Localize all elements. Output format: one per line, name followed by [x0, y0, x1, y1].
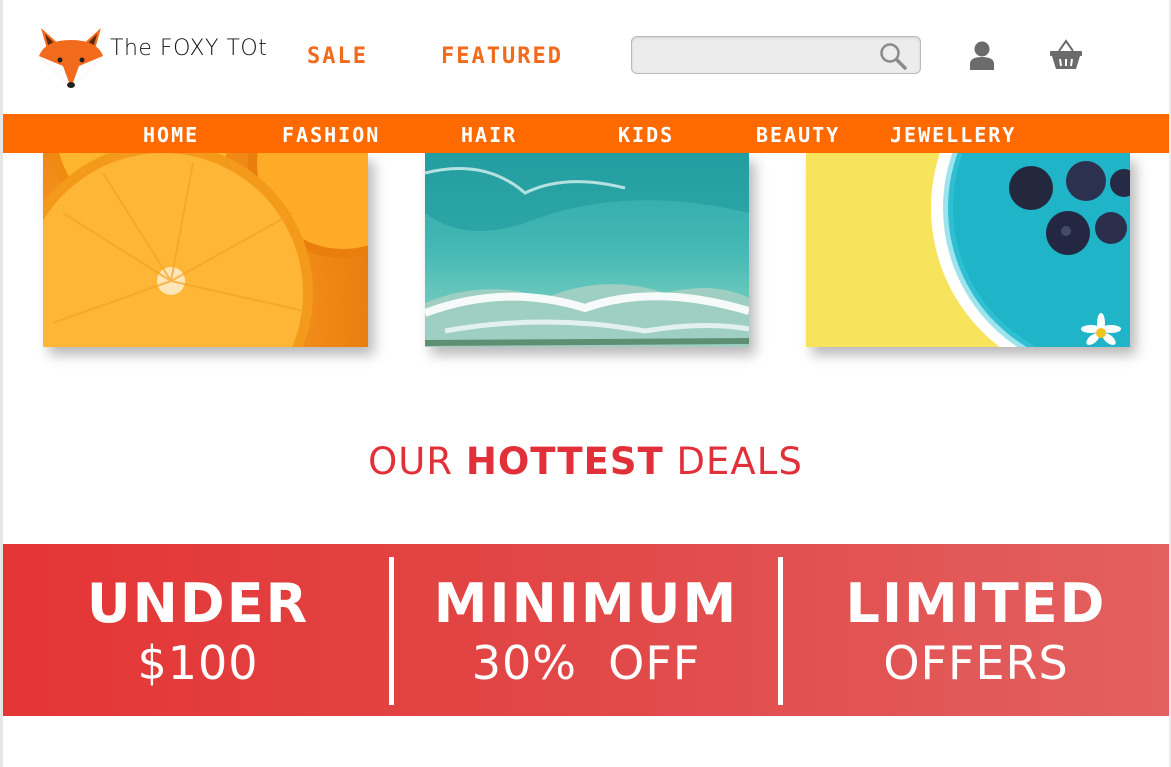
- basket-icon[interactable]: [1049, 38, 1083, 70]
- deal-title: UNDER: [86, 572, 310, 635]
- deal-limited-offers[interactable]: LIMITED OFFERS: [783, 544, 1169, 716]
- ocean-wave-image[interactable]: [425, 153, 749, 347]
- deal-subtitle: $100: [137, 636, 259, 690]
- deal-minimum-30-off[interactable]: MINIMUM 30% OFF: [394, 544, 778, 716]
- deal-subtitle: 30% OFF: [471, 636, 701, 690]
- deals-heading-suffix: DEALS: [663, 440, 803, 483]
- deal-title: MINIMUM: [433, 572, 739, 635]
- deal-title: LIMITED: [845, 572, 1107, 635]
- site-header: The FOXY TOt SALE FEATURED: [3, 0, 1169, 114]
- orange-slices-image[interactable]: [43, 153, 368, 347]
- sale-link[interactable]: SALE: [307, 44, 368, 69]
- fox-logo-icon[interactable]: [35, 22, 107, 92]
- ocean-wave-illustration: [425, 153, 749, 347]
- deal-subtitle: OFFERS: [883, 636, 1069, 690]
- nav-item-beauty[interactable]: BEAUTY: [756, 123, 840, 147]
- user-icon[interactable]: [969, 40, 995, 70]
- search-icon[interactable]: [878, 41, 908, 71]
- deals-heading: OUR HOTTEST DEALS: [0, 440, 1171, 483]
- nav-item-fashion[interactable]: FASHION: [282, 123, 380, 147]
- nav-item-hair[interactable]: HAIR: [461, 123, 517, 147]
- search-box[interactable]: [631, 36, 921, 74]
- main-nav: HOME FASHION HAIR KIDS BEAUTY JEWELLERY: [3, 114, 1169, 153]
- featured-link[interactable]: FEATURED: [441, 44, 563, 69]
- nav-item-home[interactable]: HOME: [143, 123, 199, 147]
- brand-name[interactable]: The FOXY TOt: [110, 36, 267, 61]
- deals-heading-prefix: OUR: [368, 440, 466, 483]
- deals-banner: UNDER $100 MINIMUM 30% OFF LIMITED OFFER…: [3, 544, 1169, 716]
- orange-slices-illustration: [43, 153, 368, 347]
- deals-heading-emphasis: HOTTEST: [465, 440, 664, 483]
- nav-item-kids[interactable]: KIDS: [618, 123, 674, 147]
- nav-item-jewellery[interactable]: JEWELLERY: [890, 123, 1016, 147]
- blueberry-bowl-illustration: [806, 153, 1130, 347]
- search-input[interactable]: [640, 43, 874, 69]
- blueberry-bowl-image[interactable]: [806, 153, 1130, 347]
- deal-under-100[interactable]: UNDER $100: [3, 544, 393, 716]
